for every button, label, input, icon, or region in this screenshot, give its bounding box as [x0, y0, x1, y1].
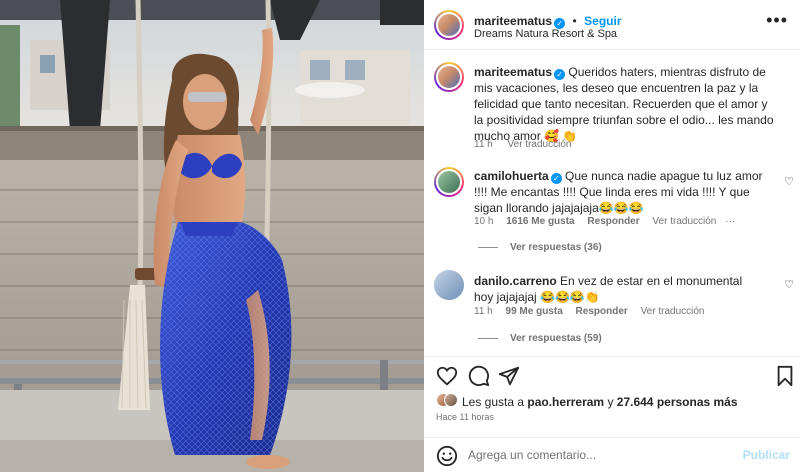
author-username[interactable]: mariteematus — [474, 14, 552, 28]
likes-user[interactable]: pao.herreram — [527, 395, 604, 409]
comment-1: camilohuerta ✓ Que nunca nadie apague tu … — [474, 168, 764, 216]
send-icon[interactable] — [498, 365, 520, 387]
comment-time[interactable]: 11 h — [474, 306, 493, 317]
posted-ago[interactable]: Hace 11 horas — [436, 412, 494, 422]
view-replies-1[interactable]: Ver respuestas (36) — [478, 242, 602, 253]
caption-meta: 11 h Ver traducción — [474, 139, 571, 150]
more-horizontal-icon[interactable]: ··· — [725, 216, 735, 227]
bookmark-icon[interactable] — [774, 365, 796, 387]
likes-count[interactable]: 27.644 personas más — [617, 395, 738, 409]
author-avatar[interactable] — [434, 10, 464, 40]
post-image — [0, 0, 424, 472]
caption: mariteematus ✓ Queridos haters, mientras … — [474, 64, 774, 144]
caption-avatar[interactable] — [434, 62, 464, 92]
verified-badge-icon: ✓ — [550, 173, 562, 184]
comment-2-meta: 11 h 99 Me gusta Responder Ver traducció… — [474, 306, 705, 317]
more-options-icon[interactable]: ••• — [766, 10, 788, 31]
comment-avatar[interactable] — [434, 167, 464, 197]
reply-button[interactable]: Responder — [576, 306, 628, 317]
comment-like-heart-icon[interactable]: ♡ — [784, 175, 794, 188]
follow-button[interactable]: Seguir — [584, 14, 621, 28]
comment-input[interactable] — [468, 446, 738, 464]
caption-username[interactable]: mariteematus — [474, 65, 552, 79]
caption-translate-link[interactable]: Ver traducción — [508, 139, 572, 150]
verified-badge-icon: ✓ — [554, 69, 566, 80]
post-header: mariteematus ✓ • Seguir Dreams Natura Res… — [424, 0, 800, 50]
translate-link[interactable]: Ver traducción — [652, 216, 716, 227]
comment-username[interactable]: camilohuerta — [474, 169, 549, 183]
liker-avatars[interactable] — [436, 393, 458, 409]
view-replies-2[interactable]: Ver respuestas (59) — [478, 333, 602, 344]
comment-1-meta: 10 h 1616 Me gusta Responder Ver traducc… — [474, 216, 735, 227]
comment-like-heart-icon[interactable]: ♡ — [784, 278, 794, 291]
view-replies-label[interactable]: Ver respuestas (59) — [510, 333, 602, 344]
comment-avatar[interactable] — [434, 270, 464, 300]
likes-connector: y — [607, 395, 614, 409]
comment-username[interactable]: danilo.carreno — [474, 274, 557, 288]
comment-icon[interactable] — [468, 365, 490, 387]
comment-likes[interactable]: 99 Me gusta — [506, 306, 563, 317]
post-sidebar: mariteematus ✓ • Seguir Dreams Natura Res… — [424, 0, 800, 472]
heart-icon[interactable] — [436, 365, 458, 387]
likes-prefix: Les gusta a — [462, 395, 525, 409]
comment-2: danilo.carreno En vez de estar en el mon… — [474, 273, 764, 305]
likes-summary: Les gusta a pao.herreram y 27.644 person… — [462, 395, 738, 409]
comment-composer: Publicar — [424, 437, 800, 472]
translate-link[interactable]: Ver traducción — [641, 306, 705, 317]
post-location[interactable]: Dreams Natura Resort & Spa — [474, 28, 617, 40]
post-actions: Les gusta a pao.herreram y 27.644 person… — [424, 356, 800, 472]
reply-button[interactable]: Responder — [587, 216, 639, 227]
post-photo[interactable] — [0, 0, 424, 472]
view-replies-label[interactable]: Ver respuestas (36) — [510, 242, 602, 253]
emoji-icon[interactable] — [436, 445, 458, 467]
publish-button[interactable]: Publicar — [743, 448, 790, 462]
comment-time[interactable]: 10 h — [474, 216, 493, 227]
comment-likes[interactable]: 1616 Me gusta — [506, 216, 574, 227]
caption-time[interactable]: 11 h — [474, 139, 493, 150]
